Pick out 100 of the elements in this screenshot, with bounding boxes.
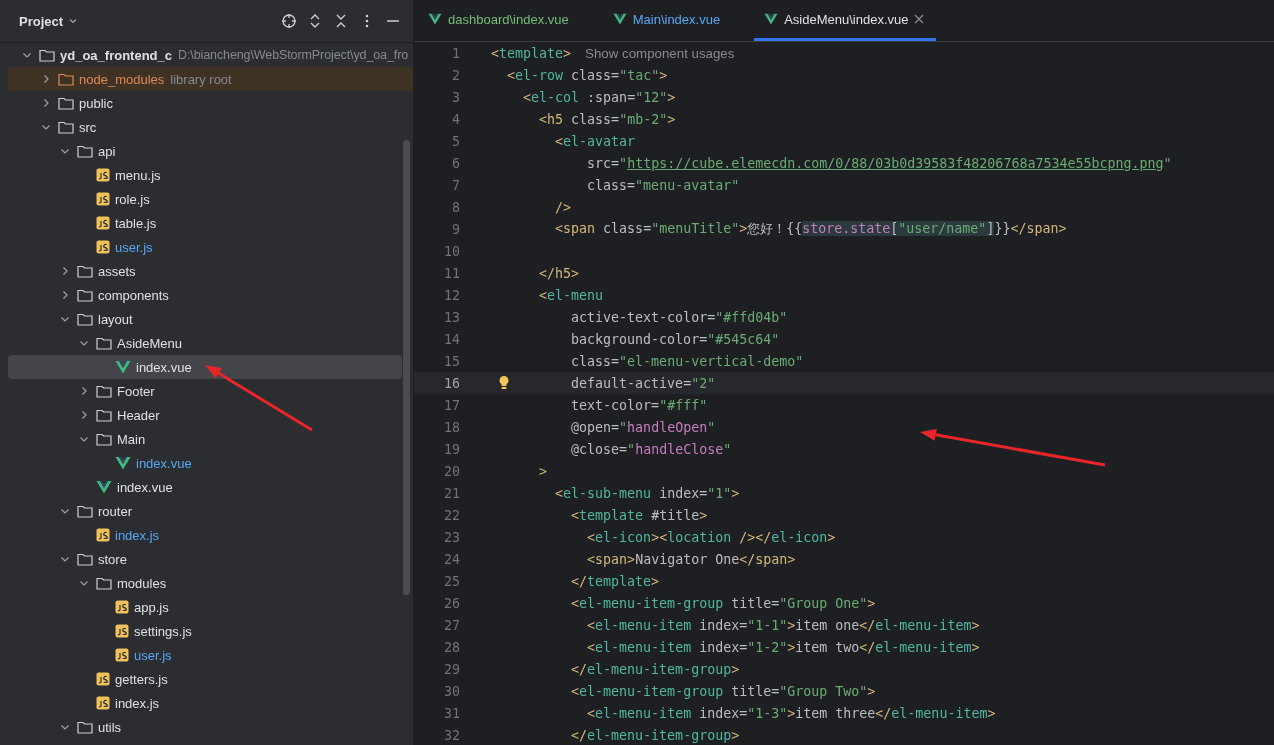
code-line: <el-menu	[539, 287, 604, 303]
line-number: 28	[443, 639, 460, 655]
close-icon[interactable]	[914, 14, 925, 24]
tree-item[interactable]: public	[8, 91, 402, 115]
tree-item[interactable]: index.vue	[8, 451, 402, 475]
tree-item[interactable]: settings.js	[8, 619, 402, 643]
tree-item[interactable]: Main	[8, 427, 402, 451]
scrollbar-thumb[interactable]	[403, 140, 410, 595]
js-file-icon	[96, 240, 110, 254]
chevron-right-icon[interactable]	[60, 290, 70, 300]
line-number: 11	[443, 265, 460, 281]
code-line: default-active="2"	[571, 375, 716, 391]
chevron-down-icon	[68, 16, 79, 26]
item-label: index.vue	[136, 359, 192, 375]
tree-item[interactable]: getters.js	[8, 667, 402, 691]
chevron-right-icon[interactable]	[79, 410, 89, 420]
vue-icon	[764, 13, 779, 25]
item-label: utils	[98, 719, 122, 735]
line-number: 22	[443, 507, 460, 523]
item-label: components	[98, 287, 169, 303]
code-line: class="menu-avatar"	[587, 177, 740, 193]
editor-tab[interactable]: dashboard\index.vue	[418, 0, 581, 41]
tree-item[interactable]: utils	[8, 715, 402, 739]
line-number: 7	[451, 177, 460, 193]
chevron-down-icon[interactable]	[79, 578, 89, 588]
line-number: 9	[451, 221, 460, 237]
line-number: 3	[451, 89, 460, 105]
item-label: app.js	[134, 599, 169, 615]
lightbulb-icon[interactable]	[498, 375, 510, 390]
line-number: 5	[451, 133, 460, 149]
line-number: 12	[443, 287, 460, 303]
tree-item[interactable]: api	[8, 139, 402, 163]
tree-item[interactable]: user.js	[8, 643, 402, 667]
tree-item[interactable]: yd_oa_frontend_c D:\biancheng\WebStormProject\yd_oa_fro	[8, 43, 413, 67]
code-line: <el-menu-item-group title="Group Two">	[571, 683, 876, 699]
code-line: <el-menu-item index="1-3">item three</el-menu-item>	[587, 705, 996, 721]
tree-item[interactable]: Header	[8, 403, 402, 427]
chevron-right-icon[interactable]	[41, 74, 51, 84]
chevron-down-icon[interactable]	[60, 314, 70, 324]
chevron-down-icon[interactable]	[60, 146, 70, 156]
chevron-right-icon[interactable]	[79, 386, 89, 396]
project-view-dropdown[interactable]: Project	[19, 13, 79, 29]
chevron-down-icon[interactable]	[60, 506, 70, 516]
tree-item[interactable]: role.js	[8, 187, 402, 211]
tree-item[interactable]: layout	[8, 307, 402, 331]
tree-item[interactable]: index.js	[8, 523, 402, 547]
tree-item[interactable]: modules	[8, 571, 402, 595]
tab-label: AsideMenu\index.vue	[784, 11, 909, 27]
line-number: 20	[443, 463, 460, 479]
line-number: 18	[443, 419, 460, 435]
chevron-down-icon[interactable]	[41, 122, 51, 132]
item-label: node_modules	[79, 71, 165, 87]
line-number: 19	[443, 441, 460, 457]
crosshair-icon[interactable]	[281, 13, 297, 29]
folder-icon	[96, 384, 112, 398]
line-number: 2	[451, 67, 460, 83]
folder-icon	[77, 264, 93, 278]
tree-item[interactable]: node_modules library root	[8, 67, 413, 91]
tree-item[interactable]: app.js	[8, 595, 402, 619]
editor-tab[interactable]: AsideMenu\index.vue	[754, 0, 937, 41]
folder-icon	[77, 504, 93, 518]
chevron-down-icon[interactable]	[22, 50, 32, 60]
inlay-hint[interactable]: Show component usages	[585, 45, 735, 61]
vue-icon	[115, 360, 131, 374]
chevron-down-icon[interactable]	[79, 338, 89, 348]
code-line: <el-sub-menu index="1">	[555, 485, 740, 501]
tree-item[interactable]: user.js	[8, 235, 402, 259]
line-number: 26	[443, 595, 460, 611]
vue-icon	[96, 480, 112, 494]
item-label: src	[79, 119, 97, 135]
js-file-icon	[96, 528, 110, 542]
chevron-down-icon[interactable]	[79, 434, 89, 444]
tree-item[interactable]: index.js	[8, 691, 402, 715]
item-label: menu.js	[115, 167, 161, 183]
js-file-icon	[96, 216, 110, 230]
tree-item[interactable]: components	[8, 283, 402, 307]
chevron-down-icon[interactable]	[60, 554, 70, 564]
line-number: 23	[443, 529, 460, 545]
tree-item[interactable]: index.vue	[8, 355, 402, 379]
tree-item[interactable]: table.js	[8, 211, 402, 235]
code-line: <span class="menuTitle">您好！{{store.state["user/name"]}}</span>	[555, 220, 1067, 238]
tree-item[interactable]: src	[8, 115, 402, 139]
code-line: <el-col :span="12">	[523, 89, 676, 105]
chevron-down-icon[interactable]	[60, 722, 70, 732]
tree-item[interactable]: menu.js	[8, 163, 402, 187]
tree-item[interactable]: AsideMenu	[8, 331, 402, 355]
tree-item[interactable]: router	[8, 499, 402, 523]
chevron-right-icon[interactable]	[60, 266, 70, 276]
item-label: user.js	[115, 239, 153, 255]
code-line: <el-avatar	[555, 133, 636, 149]
js-file-icon	[115, 648, 129, 662]
tree-item[interactable]: index.vue	[8, 475, 402, 499]
folder-icon	[96, 408, 112, 422]
folder-icon	[58, 96, 74, 110]
chevron-right-icon[interactable]	[41, 98, 51, 108]
tree-item[interactable]: assets	[8, 259, 402, 283]
editor-tab[interactable]: Main\index.vue	[602, 0, 733, 41]
code-line: text-color="#fff"	[571, 397, 708, 413]
tree-item[interactable]: Footer	[8, 379, 402, 403]
tree-item[interactable]: store	[8, 547, 402, 571]
